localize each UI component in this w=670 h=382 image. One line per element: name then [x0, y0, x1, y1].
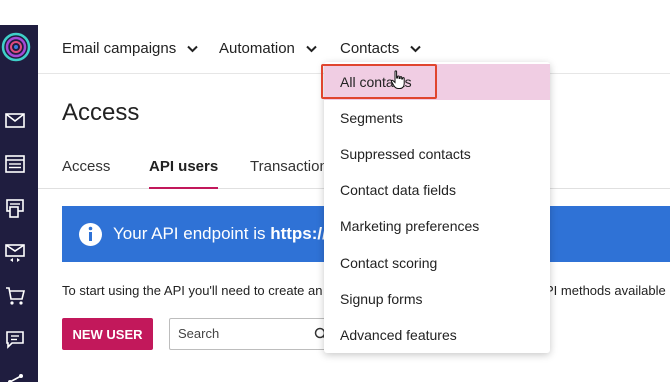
search-input[interactable] — [178, 326, 308, 341]
hand-pointer-icon — [390, 70, 405, 89]
info-icon — [79, 222, 102, 246]
help-text-continued: PI methods available — [545, 283, 666, 298]
newsletter-icon[interactable] — [4, 153, 26, 175]
chevron-down-icon — [410, 45, 421, 52]
contacts-dropdown-menu: All contacts Segments Suppressed contact… — [324, 62, 550, 353]
new-user-button[interactable]: NEW USER — [62, 318, 153, 350]
tab-access[interactable]: Access — [62, 158, 110, 189]
menu-item-marketing-preferences[interactable]: Marketing preferences — [324, 208, 550, 244]
menu-item-suppressed-contacts[interactable]: Suppressed contacts — [324, 136, 550, 172]
menu-item-segments[interactable]: Segments — [324, 100, 550, 136]
logo-icon[interactable] — [1, 32, 31, 62]
menu-item-all-contacts[interactable]: All contacts — [324, 64, 550, 100]
chat-icon[interactable] — [4, 329, 26, 351]
chevron-down-icon — [187, 45, 198, 52]
sidebar — [0, 25, 38, 382]
help-text: To start using the API you'll need to cr… — [62, 283, 323, 298]
menu-item-contact-data-fields[interactable]: Contact data fields — [324, 172, 550, 208]
nav-contacts[interactable]: Contacts — [340, 40, 421, 57]
tab-api-users[interactable]: API users — [149, 158, 219, 189]
nav-label: Contacts — [340, 40, 400, 57]
nav-email-campaigns[interactable]: Email campaigns — [62, 40, 198, 57]
banner-text: Your API endpoint is https://r1 — [113, 224, 343, 244]
tab-transactional[interactable]: Transaction — [250, 158, 328, 189]
envelope-icon[interactable] — [4, 109, 26, 131]
sms-icon[interactable] — [4, 197, 26, 219]
menu-item-advanced-features[interactable]: Advanced features — [324, 317, 550, 353]
menu-item-signup-forms[interactable]: Signup forms — [324, 281, 550, 317]
banner-message: Your API endpoint is — [113, 224, 271, 243]
menu-item-contact-scoring[interactable]: Contact scoring — [324, 245, 550, 281]
chevron-down-icon — [306, 45, 317, 52]
page-title: Access — [62, 99, 140, 126]
top-strip — [0, 0, 670, 25]
cart-icon[interactable] — [4, 285, 26, 307]
nav-label: Email campaigns — [62, 40, 177, 57]
nav-automation[interactable]: Automation — [219, 40, 317, 57]
share-icon[interactable] — [4, 371, 26, 382]
email-automation-icon[interactable] — [4, 241, 26, 263]
search-field — [169, 318, 334, 350]
nav-label: Automation — [219, 40, 295, 57]
